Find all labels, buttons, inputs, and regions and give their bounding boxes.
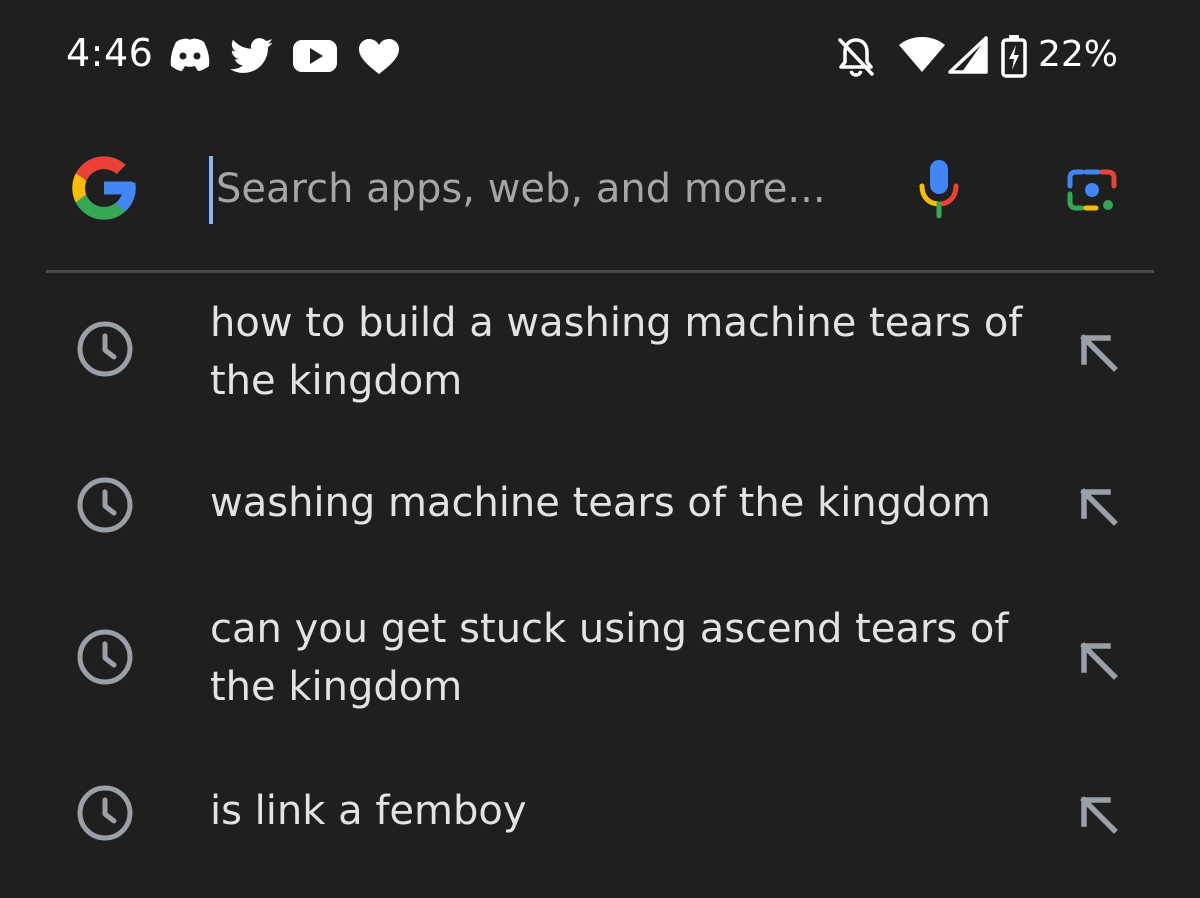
history-clock-icon	[77, 321, 133, 377]
suggestion-item[interactable]: washing machine tears of the kingdom	[46, 460, 1154, 550]
search-divider	[46, 270, 1154, 273]
heart-icon	[359, 39, 399, 74]
suggestion-item[interactable]: can you get stuck using ascend tears of …	[46, 598, 1154, 733]
search-input[interactable]	[208, 154, 868, 224]
suggestion-text: how to build a washing machine tears of …	[210, 300, 1023, 404]
status-time: 4:46	[66, 31, 154, 75]
google-lens-icon[interactable]	[1066, 164, 1118, 216]
history-clock-icon	[77, 785, 133, 841]
history-clock-icon	[77, 629, 133, 685]
discord-icon	[170, 38, 210, 71]
status-bar: 4:46 22%	[0, 0, 1200, 110]
suggestion-item[interactable]: is link a femboy	[46, 768, 1154, 858]
bell-off-icon	[838, 38, 874, 77]
battery-percentage: 22%	[1038, 34, 1119, 75]
fill-query-arrow-icon[interactable]	[1076, 330, 1122, 376]
wifi-icon	[899, 37, 945, 72]
text-cursor	[209, 156, 213, 224]
suggestion-item[interactable]: how to build a washing machine tears of …	[46, 290, 1154, 425]
history-clock-icon	[77, 477, 133, 533]
voice-search-mic-icon[interactable]	[918, 158, 960, 220]
google-logo-icon[interactable]	[66, 148, 142, 228]
fill-query-arrow-icon[interactable]	[1076, 484, 1122, 530]
youtube-icon	[293, 40, 337, 72]
suggestion-text: washing machine tears of the kingdom	[210, 480, 991, 526]
fill-query-arrow-icon[interactable]	[1076, 792, 1122, 838]
suggestion-text: can you get stuck using ascend tears of …	[210, 606, 1009, 710]
battery-charging-icon	[1001, 35, 1027, 78]
signal-icon	[948, 36, 988, 74]
twitter-icon	[230, 38, 273, 73]
fill-query-arrow-icon[interactable]	[1076, 638, 1122, 684]
suggestion-text: is link a femboy	[210, 788, 527, 834]
search-bar[interactable]	[46, 130, 1154, 270]
